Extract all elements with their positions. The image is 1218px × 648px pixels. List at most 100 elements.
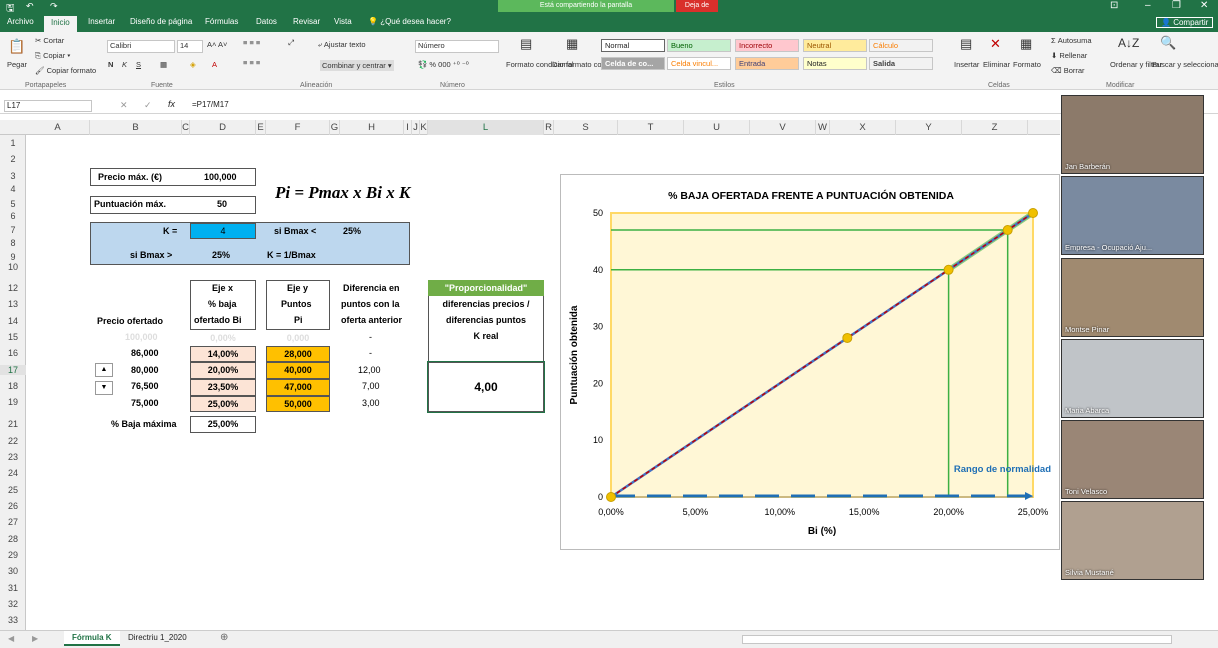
row-header[interactable]: 24 [0,468,26,478]
table-row-baja[interactable]: 14,00% [190,346,256,362]
style-celda-comprobacion[interactable]: Celda de co... [601,57,665,70]
row-header[interactable]: 8 [0,238,26,248]
table-row-pts[interactable]: 40,000 [266,362,330,379]
delete-cells-icon[interactable]: ✕ [990,36,1001,52]
style-neutral[interactable]: Neutral [803,39,867,52]
insert-function-icon[interactable]: fx [168,99,175,109]
row-header[interactable]: 33 [0,615,26,625]
orientation-icon[interactable]: ⤢ [288,38,294,48]
number-format-select[interactable]: Número [415,40,499,53]
table-row-diff[interactable]: 12,00 [358,365,381,375]
cut-button[interactable]: ✂ Cortar [35,36,64,45]
align-left-icon[interactable]: ≡ ≡ ≡ [243,58,260,67]
tell-me-box[interactable]: 💡 ¿Qué desea hacer? [368,17,451,26]
enter-icon[interactable]: ✓ [144,100,152,111]
row-header[interactable]: 9 [0,252,26,262]
precio-max-value[interactable]: 100,000 [204,172,237,182]
merge-center-button[interactable]: Combinar y centrar ▾ [320,60,394,71]
row-header[interactable]: 5 [0,199,26,209]
redo-icon[interactable]: ↷ [50,1,58,12]
share-button[interactable]: 👤 Compartir [1156,17,1214,28]
tab-archivo[interactable]: Archivo [7,17,34,26]
format-cells-button[interactable]: Formato [1013,60,1041,69]
row-header[interactable]: 29 [0,550,26,560]
column-header[interactable]: J [412,120,420,135]
table-row-baja[interactable]: 25,00% [190,396,256,412]
video-tile[interactable]: Maria Abarca [1061,339,1204,418]
copy-button[interactable]: ⎘ Copiar ▾ [35,51,70,61]
column-header[interactable]: W [816,120,830,135]
row-header[interactable]: 15 [0,332,26,342]
sheet-tab[interactable]: Directriu 1_2020 [128,633,187,642]
align-top-icon[interactable]: ≡ ≡ ≡ [243,38,260,47]
autosum-button[interactable]: Σ Autosuma [1051,36,1092,45]
baja-max-value[interactable]: 25,00% [190,416,256,433]
tab-insertar[interactable]: Insertar [88,17,115,26]
row-header[interactable]: 18 [0,381,26,391]
row-header[interactable]: 28 [0,534,26,544]
font-name-select[interactable]: Calibri [107,40,175,53]
cancel-icon[interactable]: ✕ [120,100,128,111]
column-header[interactable]: I [404,120,412,135]
table-row-precio[interactable]: 76,500 [131,381,159,391]
selected-cell-k-real[interactable]: 4,00 [427,361,545,413]
row-header[interactable]: 27 [0,517,26,527]
row-header[interactable]: 6 [0,211,26,221]
format-as-table-icon[interactable]: ▦ [566,36,578,52]
spin-down-button[interactable]: ▼ [95,381,113,395]
video-tile[interactable]: Jan Barberán [1061,95,1204,174]
borders-icon[interactable]: ▦ [160,60,167,69]
row-header[interactable]: 32 [0,599,26,609]
paste-icon[interactable]: 📋 [8,38,25,55]
find-select-button[interactable]: Buscar y seleccionar [1152,60,1218,69]
font-color-icon[interactable]: A [212,60,217,69]
row-header[interactable]: 7 [0,225,26,235]
table-row-baja[interactable]: 20,00% [190,362,256,379]
italic-button[interactable]: K [122,60,127,69]
spin-up-button[interactable]: ▲ [95,363,113,377]
style-bueno[interactable]: Bueno [667,39,731,52]
row-header[interactable]: 10 [0,262,26,272]
punt-max-value[interactable]: 50 [217,199,227,209]
row-header[interactable]: 16 [0,348,26,358]
close-icon[interactable]: ✕ [1200,0,1208,11]
column-header-selected[interactable]: L [428,120,544,135]
table-row-precio[interactable]: 100,000 [125,332,158,342]
table-row-pts[interactable]: 50,000 [266,396,330,412]
table-row-baja[interactable]: 23,50% [190,379,256,396]
row-header[interactable]: 2 [0,154,26,164]
column-header[interactable]: G [330,120,340,135]
table-row-diff[interactable]: 7,00 [362,381,380,391]
column-header[interactable]: X [830,120,896,135]
tab-vista[interactable]: Vista [334,17,352,26]
row-header[interactable]: 21 [0,419,26,429]
column-header[interactable]: B [90,120,182,135]
row-header[interactable]: 22 [0,436,26,446]
sheet-tab-active[interactable]: Fórmula K [64,631,120,646]
insert-cells-button[interactable]: Insertar [954,60,979,69]
column-header[interactable]: T [618,120,684,135]
horizontal-scrollbar[interactable] [742,635,1172,644]
column-header[interactable]: S [554,120,618,135]
table-row-precio[interactable]: 75,000 [131,398,159,408]
row-header[interactable]: 26 [0,501,26,511]
wrap-text-button[interactable]: ⤶ Ajustar texto [318,40,366,50]
style-salida[interactable]: Salida [869,57,933,70]
column-header[interactable]: F [266,120,330,135]
video-tile[interactable]: Silvia Mustané [1061,501,1204,580]
column-header[interactable]: K [420,120,428,135]
paste-button[interactable]: Pegar [7,60,27,69]
bold-button[interactable]: N [108,60,113,69]
font-size-select[interactable]: 14 [177,40,203,53]
format-cells-icon[interactable]: ▦ [1020,36,1032,52]
sort-filter-icon[interactable]: A↓Z [1118,36,1139,50]
underline-button[interactable]: S [136,60,141,69]
row-header[interactable]: 3 [0,171,26,181]
video-tile[interactable]: Toni Velasco [1061,420,1204,499]
tab-inicio[interactable]: Inicio [44,16,77,32]
row-header[interactable]: 4 [0,184,26,194]
table-row-precio[interactable]: 80,000 [131,365,159,375]
table-row-precio[interactable]: 86,000 [131,348,159,358]
style-calculo[interactable]: Cálculo [869,39,933,52]
row-header-selected[interactable]: 17 [0,365,26,375]
